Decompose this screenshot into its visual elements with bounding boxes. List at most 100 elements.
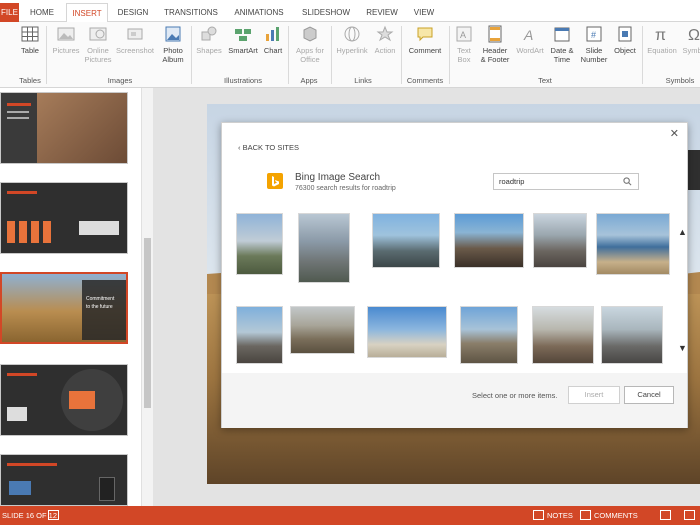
chart-button[interactable]: Chart <box>262 24 284 55</box>
apps-label-2: Office <box>300 55 320 64</box>
table-button[interactable]: Table <box>18 24 42 55</box>
ribbon-tab-bar: FILE HOME INSERT DESIGN TRANSITIONS ANIM… <box>0 0 700 23</box>
thumb-3-line-1: Commitment <box>86 296 115 302</box>
slide-number-label-2: Number <box>580 55 608 64</box>
object-button[interactable]: Object <box>611 24 639 55</box>
svg-text:A: A <box>523 27 533 43</box>
search-result-image[interactable] <box>372 213 440 268</box>
search-result-image[interactable] <box>532 306 594 364</box>
tab-file[interactable]: FILE <box>0 3 19 22</box>
header-footer-label-2: & Footer <box>480 55 510 64</box>
thumbnail-scrollbar[interactable] <box>141 88 153 506</box>
chart-label: Chart <box>263 46 283 55</box>
hyperlink-button[interactable]: Hyperlink <box>334 24 370 55</box>
tab-design[interactable]: DESIGN <box>112 3 154 22</box>
screenshot-button[interactable]: Screenshot <box>114 24 156 55</box>
status-bar: SLIDE 16 OF 12 NOTES COMMENTS <box>0 506 700 525</box>
slide-thumbnail-2[interactable] <box>0 182 128 254</box>
photo-album-button[interactable]: Photo Album <box>157 24 189 64</box>
smartart-button[interactable]: SmartArt <box>225 24 261 55</box>
comment-button[interactable]: Comment <box>404 24 446 55</box>
photo-album-label-1: Photo <box>163 46 183 55</box>
group-divider <box>288 26 289 84</box>
tab-home[interactable]: HOME <box>24 3 60 22</box>
shapes-button[interactable]: Shapes <box>194 24 224 55</box>
header-footer-button[interactable]: Header & Footer <box>477 24 513 64</box>
calendar-icon <box>554 27 570 42</box>
slide-number-label-1: Slide <box>585 46 603 55</box>
search-result-image[interactable] <box>460 306 518 364</box>
tab-review[interactable]: REVIEW <box>362 3 402 22</box>
ribbon: Table Tables Pictures Online Pictures Sc… <box>0 22 700 88</box>
shapes-label: Shapes <box>196 46 222 55</box>
comment-icon <box>417 27 433 42</box>
spelling-check-icon[interactable] <box>48 510 59 520</box>
pictures-icon <box>57 27 75 41</box>
header-footer-icon <box>488 25 502 43</box>
action-button[interactable]: Action <box>372 24 398 55</box>
text-box-icon: A <box>456 26 472 42</box>
action-icon <box>376 25 394 42</box>
tab-insert[interactable]: INSERT <box>66 3 108 23</box>
search-result-image[interactable] <box>367 306 447 358</box>
search-result-image[interactable] <box>236 213 283 275</box>
insert-pictures-dialog: ✕ ‹ BACK TO SITES Bing Image Search 7630… <box>221 122 688 428</box>
normal-view-icon[interactable] <box>660 510 671 520</box>
date-time-label-1: Date & <box>550 46 574 55</box>
group-divider <box>449 26 450 84</box>
search-result-image[interactable] <box>298 213 350 283</box>
screenshot-label: Screenshot <box>116 46 154 55</box>
comments-button[interactable]: COMMENTS <box>594 511 638 520</box>
equation-button[interactable]: π Equation <box>645 24 679 55</box>
date-time-button[interactable]: Date & Time <box>547 24 577 64</box>
group-divider <box>191 26 192 84</box>
tables-group-label: Tables <box>19 76 41 85</box>
wordart-button[interactable]: A WordArt <box>514 24 546 55</box>
slide-thumbnail-1[interactable] <box>0 92 128 164</box>
search-result-image[interactable] <box>596 213 670 275</box>
text-group-label: Text <box>538 76 552 85</box>
slide-title-block <box>688 150 700 190</box>
scroll-down-icon[interactable]: ▼ <box>678 343 687 353</box>
insert-button[interactable]: Insert <box>568 386 620 404</box>
text-box-button[interactable]: A Text Box <box>452 24 476 64</box>
slide-thumbnail-4[interactable] <box>0 364 128 436</box>
symbols-group-label: Symbols <box>665 76 695 85</box>
tab-view[interactable]: VIEW <box>408 3 440 22</box>
search-input[interactable]: roadtrip <box>493 173 639 190</box>
hyperlink-label: Hyperlink <box>336 46 368 55</box>
cancel-button[interactable]: Cancel <box>624 386 674 404</box>
tab-slideshow[interactable]: SLIDESHOW <box>296 3 356 22</box>
apps-for-office-button[interactable]: Apps for Office <box>292 24 328 64</box>
action-label: Action <box>374 46 396 55</box>
search-result-image[interactable] <box>236 306 283 364</box>
bing-icon <box>267 173 283 189</box>
close-icon[interactable]: ✕ <box>670 127 679 140</box>
tab-transitions[interactable]: TRANSITIONS <box>160 3 222 22</box>
slide-thumbnail-5[interactable] <box>0 454 128 506</box>
search-result-image[interactable] <box>533 213 587 268</box>
notes-button[interactable]: NOTES <box>547 511 573 520</box>
back-to-sites-link[interactable]: ‹ BACK TO SITES <box>238 143 299 152</box>
online-pictures-label-1: Online <box>87 46 109 55</box>
search-result-image[interactable] <box>290 306 355 354</box>
scroll-up-icon[interactable]: ▲ <box>678 227 687 237</box>
slide-number-button[interactable]: # Slide Number <box>577 24 611 64</box>
search-icon[interactable] <box>623 177 632 186</box>
group-divider <box>46 26 47 84</box>
slide-sorter-view-icon[interactable] <box>684 510 695 520</box>
scrollbar-thumb[interactable] <box>144 238 151 408</box>
apps-icon <box>303 26 317 42</box>
search-result-image[interactable] <box>601 306 663 364</box>
wordart-icon: A <box>523 27 533 43</box>
pictures-button[interactable]: Pictures <box>50 24 82 55</box>
object-icon <box>618 26 632 42</box>
search-result-image[interactable] <box>454 213 524 268</box>
symbol-button[interactable]: Ω Symbol <box>680 24 700 55</box>
text-box-label-1: Text <box>457 46 471 55</box>
screenshot-icon <box>127 28 143 40</box>
slide-thumbnail-3[interactable]: Commitment to the future <box>0 272 128 344</box>
pi-icon: π <box>655 27 666 44</box>
online-pictures-button[interactable]: Online Pictures <box>83 24 113 64</box>
tab-animations[interactable]: ANIMATIONS <box>228 3 290 22</box>
